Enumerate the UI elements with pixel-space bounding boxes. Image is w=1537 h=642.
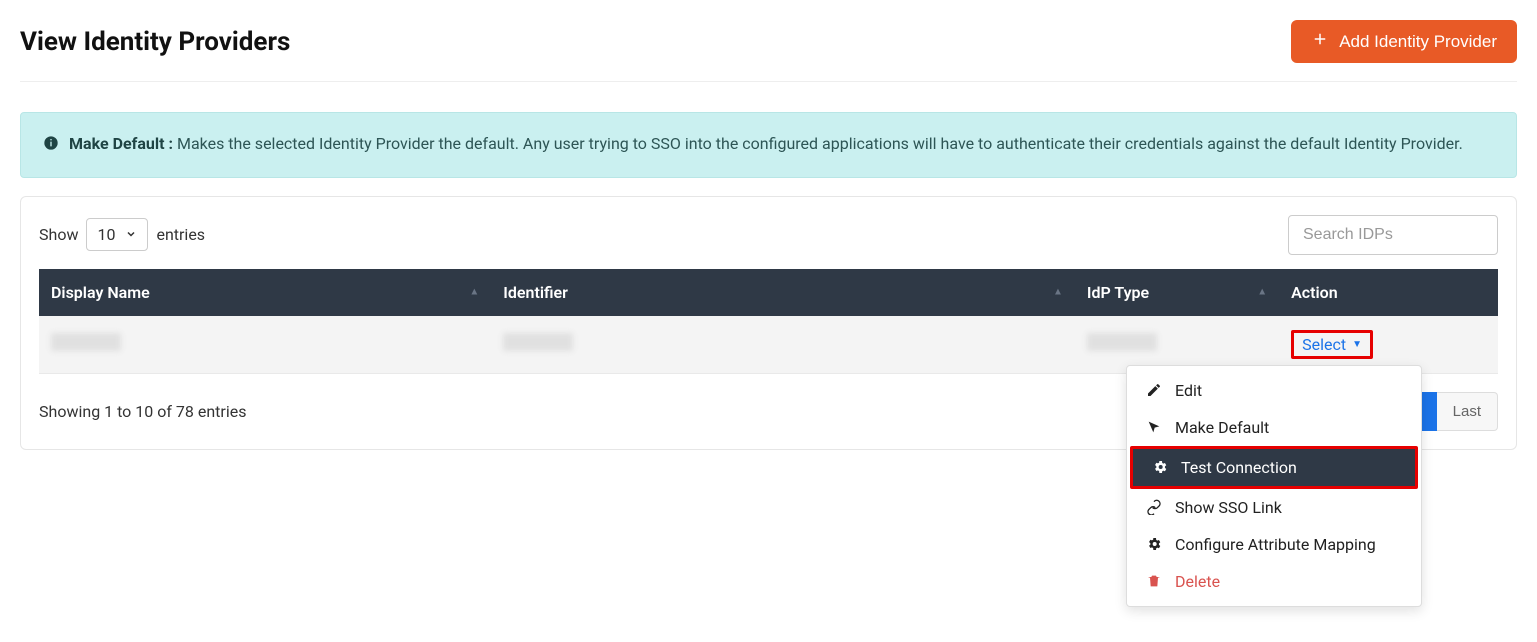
- add-button-label: Add Identity Provider: [1339, 32, 1497, 52]
- page-size-select[interactable]: 10: [86, 218, 148, 251]
- cursor-icon: [1145, 419, 1163, 435]
- trash-icon: [1145, 573, 1163, 589]
- blurred-value: [503, 333, 573, 351]
- idp-table: Display Name ▲ Identifier ▲ IdP Type ▲ A…: [39, 269, 1498, 374]
- info-text: Makes the selected Identity Provider the…: [177, 134, 1463, 153]
- page-header: View Identity Providers Add Identity Pro…: [20, 20, 1517, 82]
- action-dropdown-menu: Edit Make Default Test Connection Show S…: [1126, 365, 1422, 607]
- blurred-value: [51, 333, 121, 351]
- page-title: View Identity Providers: [20, 27, 290, 57]
- gears-icon: [1151, 459, 1169, 475]
- menu-item-edit[interactable]: Edit: [1127, 372, 1421, 409]
- sort-icon: ▲: [1257, 287, 1267, 298]
- info-label: Make Default :: [69, 134, 173, 153]
- table-card: Show 10 entries Display Name ▲: [20, 196, 1517, 450]
- sort-icon: ▲: [1053, 287, 1063, 298]
- menu-item-make-default[interactable]: Make Default: [1127, 409, 1421, 446]
- edit-icon: [1145, 382, 1163, 398]
- sort-icon: ▲: [469, 287, 479, 298]
- show-entries-control: Show 10 entries: [39, 218, 205, 251]
- blurred-value: [1087, 333, 1157, 351]
- col-idp-type[interactable]: IdP Type ▲: [1075, 269, 1279, 316]
- chevron-down-icon: [125, 225, 137, 244]
- showing-entries-text: Showing 1 to 10 of 78 entries: [39, 402, 246, 421]
- menu-item-configure-attribute-mapping[interactable]: Configure Attribute Mapping: [1127, 526, 1421, 563]
- col-identifier[interactable]: Identifier ▲: [491, 269, 1075, 316]
- add-identity-provider-button[interactable]: Add Identity Provider: [1291, 20, 1517, 63]
- page-last-button[interactable]: Last: [1437, 392, 1498, 431]
- link-icon: [1145, 499, 1163, 515]
- col-action: Action: [1279, 269, 1498, 316]
- menu-item-delete[interactable]: Delete: [1127, 563, 1421, 600]
- select-label: Select: [1302, 335, 1346, 354]
- entries-label: entries: [156, 225, 205, 244]
- plus-icon: [1311, 30, 1329, 53]
- col-display-name[interactable]: Display Name ▲: [39, 269, 491, 316]
- show-label: Show: [39, 225, 78, 244]
- search-input[interactable]: [1288, 215, 1498, 255]
- menu-item-show-sso-link[interactable]: Show SSO Link: [1127, 489, 1421, 526]
- row-action-select[interactable]: Select ▼: [1291, 330, 1373, 359]
- caret-down-icon: ▼: [1352, 339, 1362, 350]
- page-size-value: 10: [97, 225, 115, 244]
- info-icon: [43, 133, 59, 159]
- menu-item-test-connection[interactable]: Test Connection: [1130, 446, 1418, 489]
- info-callout: Make Default : Makes the selected Identi…: [20, 112, 1517, 178]
- gear-icon: [1145, 536, 1163, 552]
